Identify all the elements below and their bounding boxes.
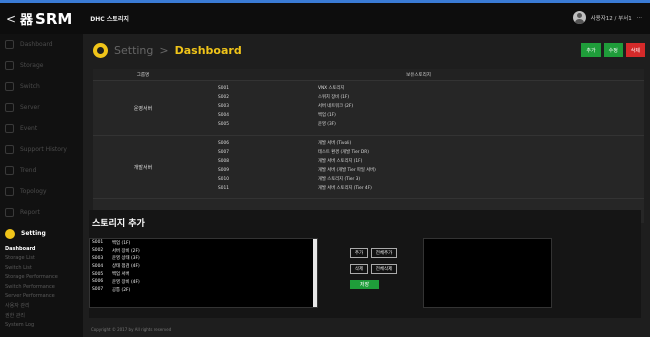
main-content: Setting > Dashboard 추가 수정 삭제 그룹명 보유스토리지 …: [83, 34, 650, 337]
switch-icon: [5, 82, 14, 91]
title-separator: >: [159, 44, 169, 57]
breadcrumb[interactable]: DHC 스토리지: [90, 14, 129, 23]
storage-icon: [5, 61, 14, 70]
sidebar-item-support-history[interactable]: Support History: [0, 139, 83, 160]
dashboard-group-table: 그룹명 보유스토리지 운영서버 S001 VNX 스토리지 S002 스위치 장비 …: [93, 69, 644, 223]
sidebar-subitem-system-log[interactable]: System Log: [0, 320, 83, 330]
storage-add-panel: 스토리지 추가 S001 백업 (1F) S002 서버 장비 (2F) S003 운…: [89, 210, 641, 318]
group-label: 개발서버: [133, 164, 153, 171]
available-storage-list[interactable]: S001 백업 (1F) S002 서버 장비 (2F) S003 운영 상태 (3F…: [89, 238, 318, 308]
topology-icon: [5, 187, 14, 196]
column-header-group: 그룹명: [136, 72, 150, 78]
add-all-button[interactable]: 전체추가: [371, 248, 397, 258]
sidebar-subitem-storage-performance[interactable]: Storage Performance: [0, 273, 83, 283]
server-icon: [5, 103, 14, 112]
sidebar-item-trend[interactable]: Trend: [0, 160, 83, 181]
logo-mark-icon: 器: [20, 13, 34, 28]
column-header-storage: 보유스토리지: [406, 72, 431, 78]
report-icon: [5, 208, 14, 217]
group-label: 운영서버: [133, 105, 153, 112]
list-item[interactable]: S001 백업 (1F): [90, 239, 317, 247]
sidebar-subitem-user-management[interactable]: 사용자 관리: [0, 301, 83, 311]
sidebar-item-storage[interactable]: Storage: [0, 55, 83, 76]
sidebar-item-setting[interactable]: Setting: [0, 223, 83, 244]
sidebar-item-switch[interactable]: Switch: [0, 76, 83, 97]
list-item[interactable]: S006 운영 장비 (4F): [90, 278, 317, 286]
sidebar-subitem-storage-list[interactable]: Storage List: [0, 254, 83, 264]
list-item[interactable]: S005 백업 서버: [90, 270, 317, 278]
sidebar-item-server[interactable]: Server: [0, 97, 83, 118]
page-title: Setting > Dashboard: [93, 43, 242, 58]
action-buttons: 추가 수정 삭제: [581, 43, 645, 57]
event-icon: [5, 124, 14, 133]
remove-item-button[interactable]: 삭제: [350, 264, 368, 274]
sidebar-item-dashboard[interactable]: Dashboard: [0, 34, 83, 55]
table-row-group[interactable]: 개발서버 S006 개발 서버 (Tivoli) S007 테스트 환경 (개발 T…: [93, 136, 644, 199]
logo[interactable]: 器 SRM: [20, 9, 73, 29]
top-bar: < 器 SRM DHC 스토리지 사용자12 / 부서1 ···: [0, 3, 650, 34]
delete-button[interactable]: 삭제: [625, 43, 645, 57]
add-item-button[interactable]: 추가: [350, 248, 368, 258]
remove-all-button[interactable]: 전체삭제: [371, 264, 397, 274]
support-icon: [5, 145, 14, 154]
trend-icon: [5, 166, 14, 175]
logo-text: SRM: [35, 9, 73, 28]
table-header: 그룹명 보유스토리지: [93, 69, 644, 81]
sidebar-subitem-dashboard[interactable]: Dashboard: [0, 244, 83, 254]
more-icon[interactable]: ···: [637, 15, 642, 21]
sidebar-subitem-switch-list[interactable]: Switch List: [0, 263, 83, 273]
sidebar-item-event[interactable]: Event: [0, 118, 83, 139]
user-menu[interactable]: 사용자12 / 부서1 ···: [572, 11, 642, 24]
gear-icon: [5, 228, 15, 239]
selected-storage-list[interactable]: [423, 238, 552, 308]
dashboard-icon: [5, 40, 14, 49]
copyright-text: Copyright © 2017 by All rights reserved: [91, 327, 172, 332]
sidebar: Dashboard Storage Switch Server Event Su…: [0, 34, 83, 337]
panel-title: 스토리지 추가: [92, 219, 145, 229]
table-row-group[interactable]: 운영서버 S001 VNX 스토리지 S002 스위치 장비 (1F) S003 서버…: [93, 81, 644, 136]
title-parent[interactable]: Setting: [114, 44, 153, 57]
gear-icon: [93, 43, 108, 58]
list-item[interactable]: S002 서버 장비 (2F): [90, 247, 317, 255]
avatar-icon: [572, 11, 586, 24]
sidebar-item-report[interactable]: Report: [0, 202, 83, 223]
back-icon[interactable]: <: [6, 12, 20, 26]
list-item[interactable]: S003 운영 상태 (3F): [90, 255, 317, 263]
list-scrollbar[interactable]: [313, 239, 317, 307]
sidebar-item-topology[interactable]: Topology: [0, 181, 83, 202]
list-item[interactable]: S007 공통 (2F): [90, 286, 317, 294]
sidebar-subitem-permission[interactable]: 권한 관리: [0, 311, 83, 321]
transfer-controls: 추가 전체추가 삭제 전체삭제 저장: [350, 248, 402, 289]
sidebar-subitem-switch-performance[interactable]: Switch Performance: [0, 282, 83, 292]
sidebar-subitem-server-performance[interactable]: Server Performance: [0, 292, 83, 302]
list-item[interactable]: S004 상태 점검 (4F): [90, 262, 317, 270]
edit-button[interactable]: 수정: [603, 43, 623, 57]
user-name: 사용자12 / 부서1: [590, 15, 632, 22]
title-current: Dashboard: [174, 44, 242, 57]
add-button[interactable]: 추가: [581, 43, 601, 57]
save-button[interactable]: 저장: [350, 280, 379, 289]
